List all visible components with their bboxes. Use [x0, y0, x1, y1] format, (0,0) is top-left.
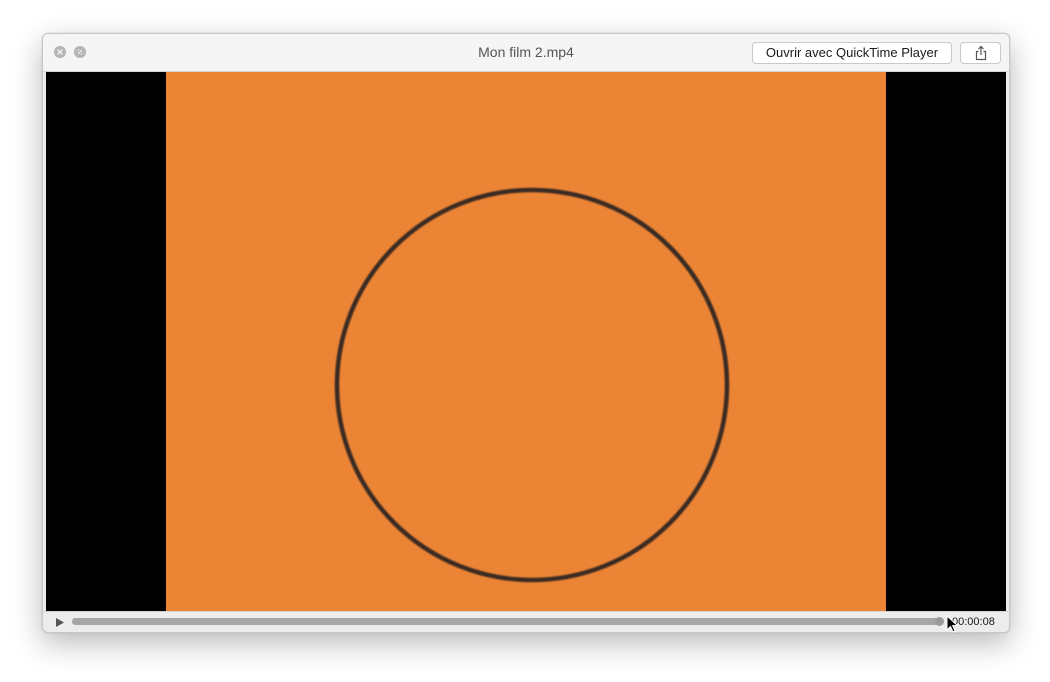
- share-icon: [975, 45, 986, 61]
- playback-controls: 00:00:08: [43, 611, 1009, 632]
- quick-look-window: Mon film 2.mp4 Ouvrir avec QuickTime Pla…: [42, 33, 1010, 633]
- scrubber-knob[interactable]: [935, 617, 944, 626]
- open-with-quicktime-button[interactable]: Ouvrir avec QuickTime Player: [752, 42, 952, 64]
- video-area[interactable]: [46, 72, 1006, 611]
- circle-graphic: [334, 187, 730, 583]
- video-frame: [166, 72, 886, 611]
- share-button[interactable]: [960, 42, 1001, 64]
- playback-scrubber[interactable]: [72, 617, 944, 626]
- title-bar: Mon film 2.mp4 Ouvrir avec QuickTime Pla…: [43, 34, 1009, 72]
- play-icon: [56, 617, 64, 627]
- play-button[interactable]: [54, 616, 66, 628]
- scrubber-progress: [72, 618, 942, 625]
- mouse-pointer-icon: [946, 615, 959, 633]
